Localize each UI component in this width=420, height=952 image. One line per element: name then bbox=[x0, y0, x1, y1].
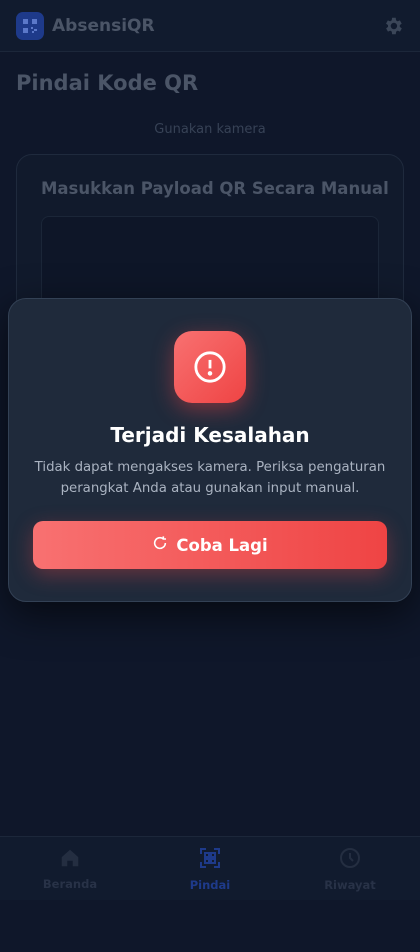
gear-icon[interactable] bbox=[382, 15, 404, 37]
retry-button[interactable]: Coba Lagi bbox=[33, 521, 387, 569]
error-dialog: Terjadi Kesalahan Tidak dapat mengakses … bbox=[8, 298, 412, 602]
nav-label: Pindai bbox=[189, 877, 231, 892]
app-name: AbsensiQR bbox=[52, 15, 155, 36]
error-title: Terjadi Kesalahan bbox=[110, 423, 310, 447]
camera-hint[interactable]: Gunakan kamera bbox=[0, 122, 420, 137]
nav-item-beranda[interactable]: Beranda bbox=[10, 847, 130, 891]
brand: AbsensiQR bbox=[16, 11, 155, 40]
manual-entry-title: Masukkan Payload QR Secara Manual bbox=[41, 179, 389, 198]
nav-item-riwayat[interactable]: Riwayat bbox=[290, 846, 410, 892]
refresh-icon bbox=[152, 535, 168, 555]
nav-label: Beranda bbox=[42, 876, 98, 891]
nav-label: Riwayat bbox=[324, 877, 376, 892]
clock-icon bbox=[338, 846, 362, 874]
home-icon bbox=[59, 847, 81, 873]
app-header: AbsensiQR bbox=[0, 0, 420, 52]
qr-code-icon bbox=[16, 11, 44, 40]
alert-circle-icon bbox=[174, 331, 246, 403]
qr-scan-icon bbox=[198, 846, 222, 874]
bottom-nav: Beranda Pindai Riwayat bbox=[0, 836, 420, 900]
nav-item-pindai[interactable]: Pindai bbox=[150, 846, 270, 892]
page-title: Pindai Kode QR bbox=[16, 71, 199, 95]
retry-button-label: Coba Lagi bbox=[176, 535, 268, 555]
error-message: Tidak dapat mengakses kamera. Periksa pe… bbox=[34, 460, 386, 496]
